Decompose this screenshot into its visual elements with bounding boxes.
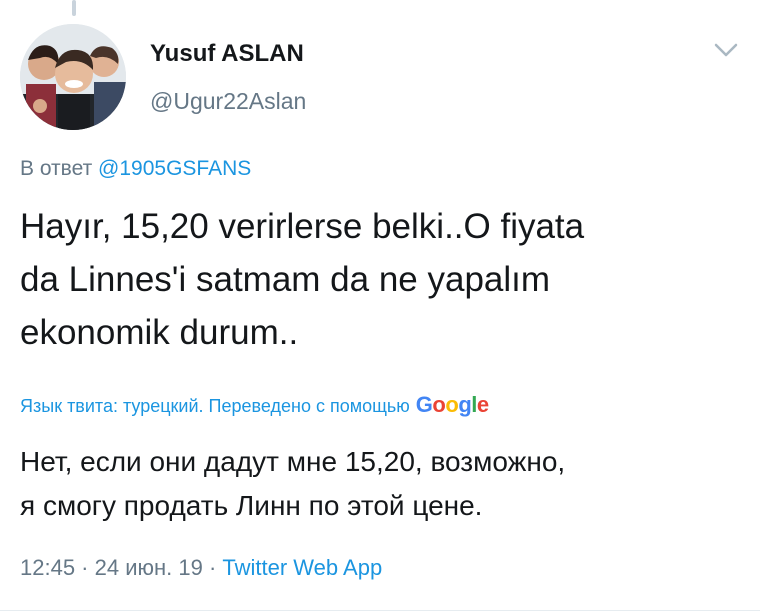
translated-text-line: Нет, если они дадут мне 15,20, возможно, — [20, 446, 566, 477]
divider — [0, 610, 760, 611]
meta-separator: · — [75, 555, 95, 580]
tweet-date[interactable]: 24 июн. 19 — [95, 555, 203, 580]
author-display-name[interactable]: Yusuf ASLAN — [150, 40, 304, 68]
tweet-source-link[interactable]: Twitter Web App — [222, 555, 382, 580]
translation-info: Язык твита: турецкий. Переведено с помощ… — [20, 392, 489, 418]
avatar-photo-icon — [20, 24, 126, 130]
tweet-text-line: da Linnes'i satmam da ne yapalım — [20, 260, 551, 299]
reply-context: В ответ @1905GSFANS — [20, 157, 251, 181]
translated-text-line: я смогу продать Линн по этой цене. — [20, 490, 483, 521]
meta-separator: · — [202, 555, 223, 580]
avatar[interactable] — [20, 24, 126, 130]
tweet-text-line: Hayır, 15,20 verirlerse belki..O fiyata — [20, 207, 585, 246]
tweet-meta: 12:45 · 24 июн. 19 · Twitter Web App — [20, 555, 382, 581]
tweet-time[interactable]: 12:45 — [20, 555, 75, 580]
translation-info-label[interactable]: Язык твита: турецкий. Переведено с помощ… — [20, 396, 410, 417]
chevron-down-icon[interactable] — [713, 40, 739, 60]
tweet-text: Hayır, 15,20 verirlerse belki..O fiyata … — [20, 200, 740, 359]
tweet-text-line: ekonomik durum.. — [20, 313, 299, 352]
author-handle[interactable]: @Ugur22Aslan — [150, 88, 306, 115]
reply-prefix: В ответ — [20, 157, 93, 180]
thread-connector-line — [72, 0, 76, 16]
google-logo: Google — [415, 392, 489, 417]
translated-text: Нет, если они дадут мне 15,20, возможно,… — [20, 440, 740, 528]
reply-mention-link[interactable]: @1905GSFANS — [98, 157, 251, 180]
